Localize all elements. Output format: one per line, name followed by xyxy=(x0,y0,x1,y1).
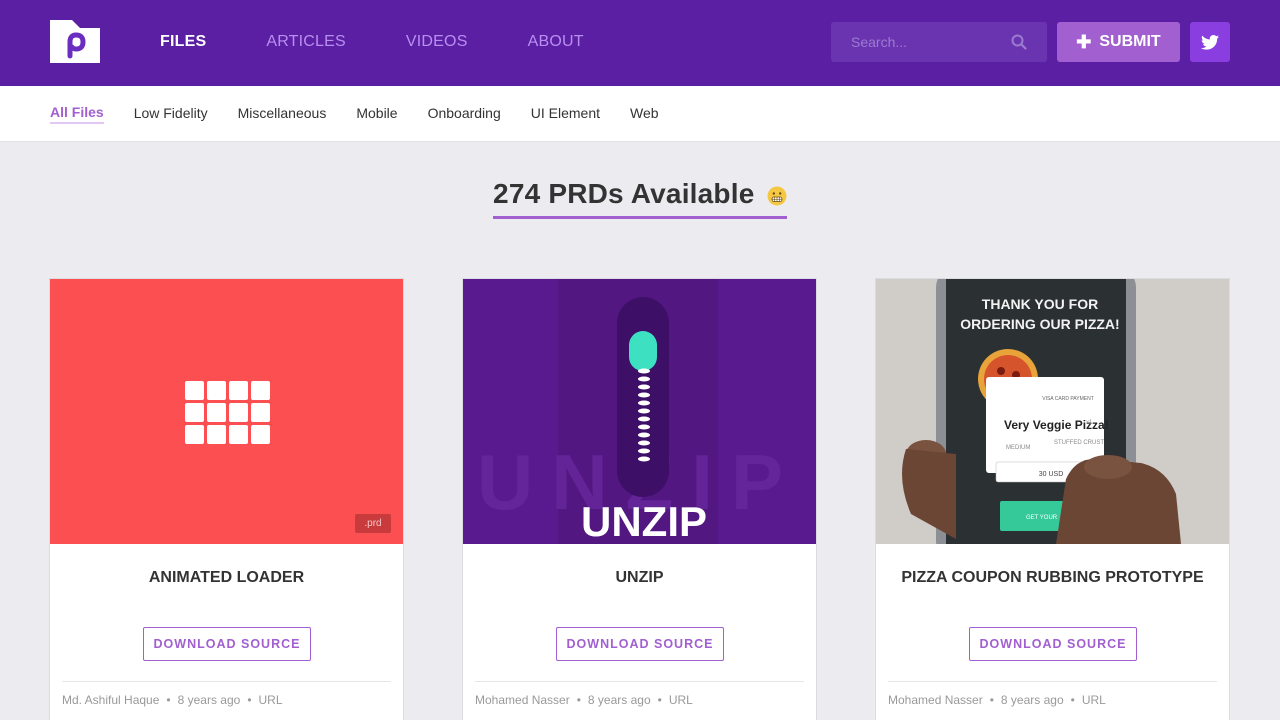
card-meta: Mohamed Nasser • 8 years ago • URL xyxy=(888,693,1106,707)
unzip-text: UNZIP xyxy=(581,498,707,544)
thumb-cta: GET YOUR xyxy=(1026,515,1058,521)
pizza-phone-thumbnail-art: THANK YOU FOR ORDERING OUR PIZZA! VISA C… xyxy=(876,279,1229,544)
top-header: FILES ARTICLES VIDEOS ABOUT ✚ SUBMIT xyxy=(0,0,1280,86)
card-meta: Mohamed Nasser • 8 years ago • URL xyxy=(475,693,693,707)
prd-badge: .prd xyxy=(355,514,391,533)
grid-loader-icon xyxy=(185,381,270,444)
download-source-button[interactable]: DOWNLOAD SOURCE xyxy=(143,627,311,661)
card-author[interactable]: Md. Ashiful Haque xyxy=(62,693,159,707)
file-card: .prd ANIMATED LOADER DOWNLOAD SOURCE Md.… xyxy=(49,278,404,720)
card-divider xyxy=(888,681,1217,682)
thumb-item: Very Veggie Pizza! xyxy=(1004,418,1109,432)
plus-icon: ✚ xyxy=(1076,32,1092,52)
card-time: 8 years ago xyxy=(177,693,241,707)
card-author[interactable]: Mohamed Nasser xyxy=(475,693,570,707)
card-url-link[interactable]: URL xyxy=(259,693,283,707)
card-url-link[interactable]: URL xyxy=(669,693,693,707)
card-url-link[interactable]: URL xyxy=(1082,693,1106,707)
nav-files[interactable]: FILES xyxy=(160,33,206,51)
submit-button[interactable]: ✚ SUBMIT xyxy=(1057,22,1180,62)
category-nav: All Files Low Fidelity Miscellaneous Mob… xyxy=(0,86,1280,142)
category-mobile[interactable]: Mobile xyxy=(356,105,397,123)
search-icon[interactable] xyxy=(1011,34,1027,50)
page-title: 274 PRDs Available xyxy=(493,178,755,209)
card-title[interactable]: PIZZA COUPON RUBBING PROTOTYPE xyxy=(876,569,1229,587)
search-box xyxy=(831,22,1047,62)
nav-about[interactable]: ABOUT xyxy=(528,33,584,51)
category-all-files[interactable]: All Files xyxy=(50,104,104,124)
file-card: UNZIP UNZIP UNZIP DOWNLOAD SOURCE Mohame… xyxy=(462,278,817,720)
main-nav: FILES ARTICLES VIDEOS ABOUT xyxy=(160,0,644,84)
twitter-button[interactable] xyxy=(1190,22,1230,62)
thumb-price: 30 USD xyxy=(1039,471,1064,478)
card-time: 8 years ago xyxy=(587,693,651,707)
category-onboarding[interactable]: Onboarding xyxy=(428,105,501,123)
card-title[interactable]: ANIMATED LOADER xyxy=(50,569,403,587)
card-title[interactable]: UNZIP xyxy=(463,569,816,587)
card-thumbnail[interactable]: THANK YOU FOR ORDERING OUR PIZZA! VISA C… xyxy=(876,279,1229,544)
card-thumbnail[interactable]: .prd xyxy=(50,279,403,544)
search-input[interactable] xyxy=(831,22,1011,62)
file-card: THANK YOU FOR ORDERING OUR PIZZA! VISA C… xyxy=(875,278,1230,720)
category-low-fidelity[interactable]: Low Fidelity xyxy=(134,105,208,123)
card-divider xyxy=(475,681,804,682)
card-divider xyxy=(62,681,391,682)
nav-videos[interactable]: VIDEOS xyxy=(406,33,468,51)
submit-label: SUBMIT xyxy=(1099,33,1161,50)
download-source-button[interactable]: DOWNLOAD SOURCE xyxy=(556,627,724,661)
thumb-visa: VISA CARD PAYMENT xyxy=(1042,396,1094,402)
card-thumbnail[interactable]: UNZIP UNZIP xyxy=(463,279,816,544)
thumb-size: MEDIUM xyxy=(1006,445,1030,451)
twitter-icon xyxy=(1201,34,1219,50)
category-web[interactable]: Web xyxy=(630,105,659,123)
grimace-emoji-icon xyxy=(767,186,787,206)
card-author[interactable]: Mohamed Nasser xyxy=(888,693,983,707)
thumb-thanks-line2: ORDERING OUR PIZZA! xyxy=(960,316,1119,332)
thumb-thanks-line1: THANK YOU FOR xyxy=(982,296,1098,312)
page-heading: 274 PRDs Available xyxy=(0,178,1280,219)
thumb-qty: x1 xyxy=(1086,420,1093,426)
nav-articles[interactable]: ARTICLES xyxy=(266,33,346,51)
category-miscellaneous[interactable]: Miscellaneous xyxy=(238,105,327,123)
thumb-crust: STUFFED CRUST xyxy=(1054,440,1104,446)
download-source-button[interactable]: DOWNLOAD SOURCE xyxy=(969,627,1137,661)
heading-underline: 274 PRDs Available xyxy=(493,178,787,219)
card-meta: Md. Ashiful Haque • 8 years ago • URL xyxy=(62,693,283,707)
unzip-thumbnail-art: UNZIP UNZIP xyxy=(477,279,783,544)
logo-icon[interactable] xyxy=(50,20,100,63)
category-ui-element[interactable]: UI Element xyxy=(531,105,600,123)
card-time: 8 years ago xyxy=(1000,693,1064,707)
